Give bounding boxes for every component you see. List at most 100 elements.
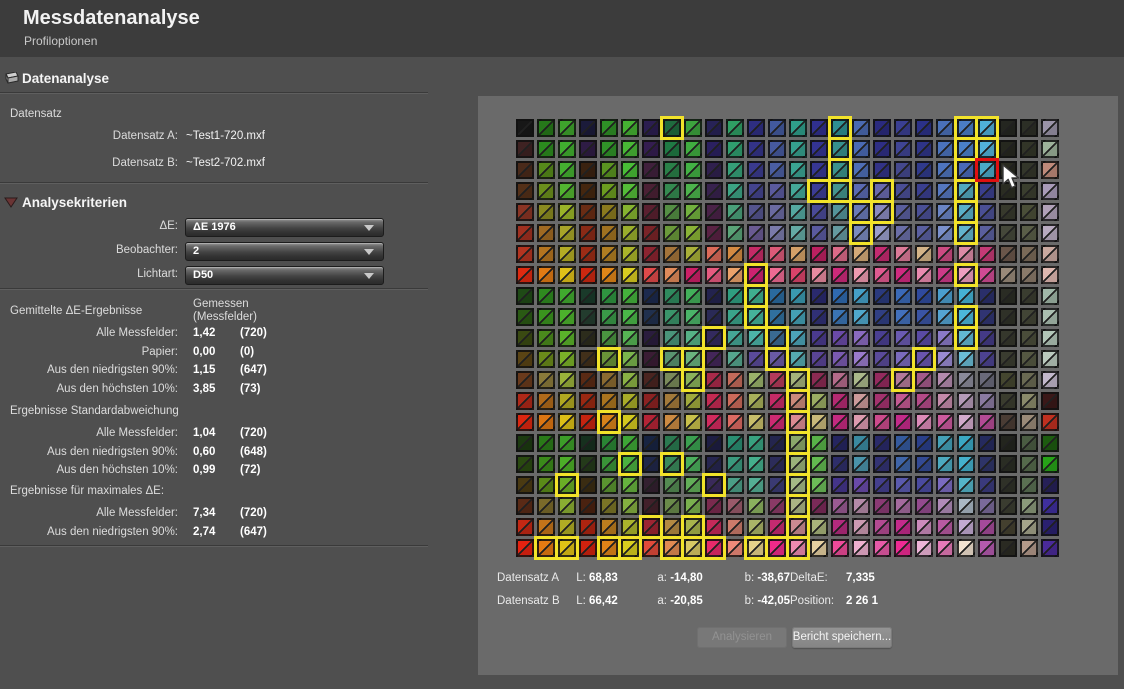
color-patch[interactable]	[516, 413, 534, 431]
color-patch[interactable]	[789, 518, 807, 536]
color-patch[interactable]	[768, 287, 786, 305]
color-patch[interactable]	[621, 182, 639, 200]
color-patch[interactable]	[663, 203, 681, 221]
color-patch[interactable]	[915, 413, 933, 431]
color-patch[interactable]	[579, 266, 597, 284]
color-patch[interactable]	[831, 413, 849, 431]
color-patch[interactable]	[600, 455, 618, 473]
color-patch[interactable]	[621, 518, 639, 536]
color-patch[interactable]	[726, 392, 744, 410]
color-patch[interactable]	[831, 119, 849, 137]
color-patch[interactable]	[1020, 287, 1038, 305]
color-patch[interactable]	[558, 518, 576, 536]
color-patch[interactable]	[579, 224, 597, 242]
color-patch[interactable]	[873, 434, 891, 452]
color-patch[interactable]	[768, 476, 786, 494]
color-patch[interactable]	[957, 182, 975, 200]
color-patch[interactable]	[852, 287, 870, 305]
color-patch[interactable]	[516, 203, 534, 221]
color-patch[interactable]	[642, 434, 660, 452]
color-patch[interactable]	[621, 434, 639, 452]
analyze-button[interactable]: Analysieren	[697, 627, 787, 648]
color-patch[interactable]	[558, 140, 576, 158]
color-patch[interactable]	[915, 119, 933, 137]
color-patch[interactable]	[957, 203, 975, 221]
color-patch[interactable]	[957, 266, 975, 284]
color-patch[interactable]	[579, 413, 597, 431]
color-patch[interactable]	[705, 119, 723, 137]
color-patch[interactable]	[936, 518, 954, 536]
color-patch[interactable]	[831, 455, 849, 473]
color-patch[interactable]	[726, 182, 744, 200]
color-patch[interactable]	[1041, 350, 1059, 368]
color-patch[interactable]	[936, 161, 954, 179]
color-patch[interactable]	[663, 413, 681, 431]
color-patch[interactable]	[726, 518, 744, 536]
color-patch[interactable]	[684, 287, 702, 305]
color-patch[interactable]	[936, 224, 954, 242]
color-patch[interactable]	[516, 287, 534, 305]
color-patch[interactable]	[894, 476, 912, 494]
color-patch[interactable]	[747, 119, 765, 137]
color-patch[interactable]	[579, 434, 597, 452]
color-patch[interactable]	[831, 140, 849, 158]
color-patch[interactable]	[1041, 224, 1059, 242]
color-patch[interactable]	[852, 371, 870, 389]
color-patch[interactable]	[852, 224, 870, 242]
color-patch[interactable]	[999, 413, 1017, 431]
color-patch[interactable]	[705, 245, 723, 263]
color-patch[interactable]	[936, 476, 954, 494]
color-patch[interactable]	[873, 539, 891, 557]
color-patch[interactable]	[810, 434, 828, 452]
color-patch[interactable]	[684, 224, 702, 242]
color-patch[interactable]	[726, 140, 744, 158]
color-patch[interactable]	[516, 329, 534, 347]
color-patch[interactable]	[852, 392, 870, 410]
color-patch[interactable]	[873, 119, 891, 137]
color-patch[interactable]	[600, 413, 618, 431]
color-patch[interactable]	[537, 245, 555, 263]
color-patch[interactable]	[642, 224, 660, 242]
color-patch[interactable]	[558, 497, 576, 515]
color-patch[interactable]	[999, 329, 1017, 347]
color-patch[interactable]	[873, 287, 891, 305]
color-patch[interactable]	[978, 287, 996, 305]
color-patch[interactable]	[663, 497, 681, 515]
color-patch[interactable]	[957, 539, 975, 557]
color-patch[interactable]	[579, 287, 597, 305]
color-patch[interactable]	[978, 392, 996, 410]
color-patch[interactable]	[663, 518, 681, 536]
color-patch[interactable]	[537, 434, 555, 452]
color-patch[interactable]	[789, 350, 807, 368]
color-patch[interactable]	[999, 266, 1017, 284]
color-patch[interactable]	[642, 476, 660, 494]
color-patch[interactable]	[894, 413, 912, 431]
color-patch[interactable]	[936, 287, 954, 305]
color-patch[interactable]	[936, 371, 954, 389]
color-patch[interactable]	[894, 140, 912, 158]
color-patch[interactable]	[516, 476, 534, 494]
color-patch[interactable]	[810, 392, 828, 410]
color-patch[interactable]	[621, 497, 639, 515]
color-patch[interactable]	[705, 371, 723, 389]
color-patch[interactable]	[831, 245, 849, 263]
color-patch[interactable]	[621, 392, 639, 410]
color-patch[interactable]	[936, 392, 954, 410]
color-patch[interactable]	[663, 287, 681, 305]
color-patch[interactable]	[747, 455, 765, 473]
color-patch[interactable]	[516, 140, 534, 158]
color-patch[interactable]	[1041, 392, 1059, 410]
color-patch[interactable]	[1041, 182, 1059, 200]
color-patch[interactable]	[999, 287, 1017, 305]
color-patch[interactable]	[768, 539, 786, 557]
color-patch[interactable]	[705, 308, 723, 326]
color-patch[interactable]	[1041, 140, 1059, 158]
color-patch[interactable]	[726, 266, 744, 284]
color-patch[interactable]	[999, 455, 1017, 473]
color-patch[interactable]	[915, 434, 933, 452]
color-patch[interactable]	[747, 182, 765, 200]
color-patch[interactable]	[600, 476, 618, 494]
color-patch[interactable]	[558, 329, 576, 347]
color-patch[interactable]	[768, 392, 786, 410]
color-patch[interactable]	[579, 245, 597, 263]
